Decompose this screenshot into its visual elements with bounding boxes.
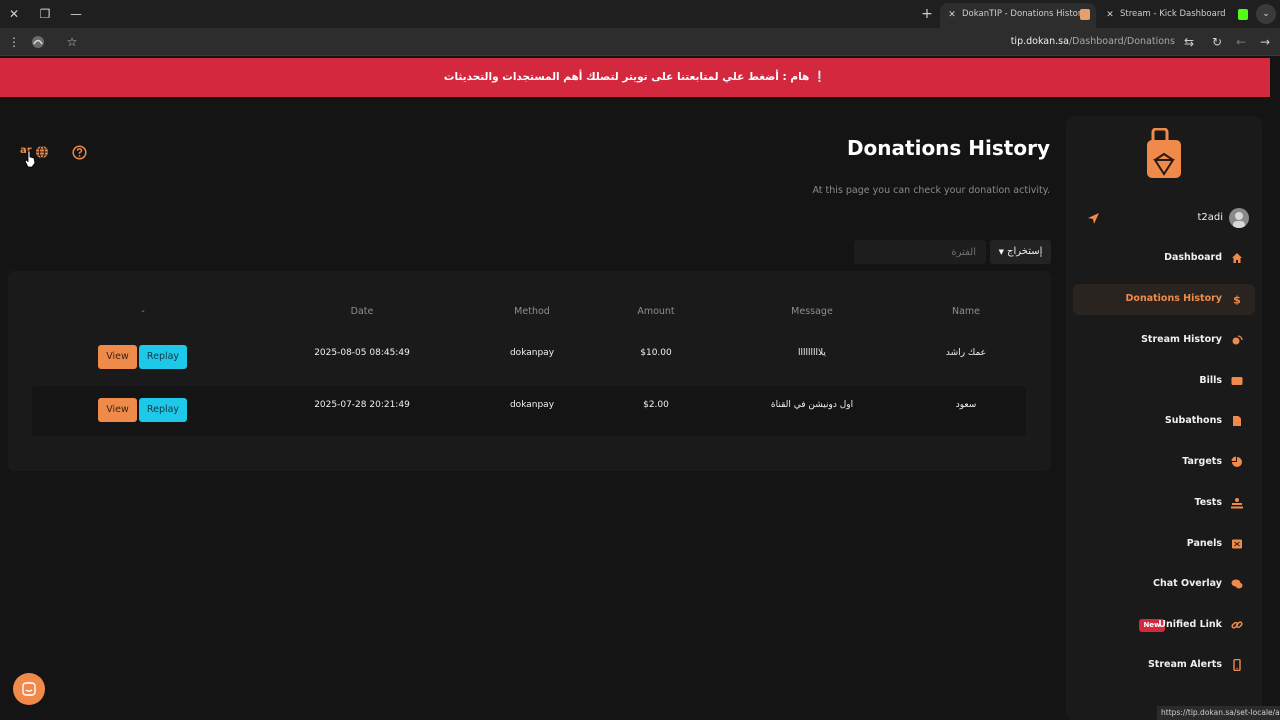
panel-icon	[1232, 539, 1242, 549]
menu-kebab-icon[interactable]: ⋮	[5, 33, 23, 51]
extension-icon[interactable]	[29, 33, 47, 51]
replay-button[interactable]: Replay	[139, 398, 187, 422]
sidebar-item-label: Bills	[1199, 375, 1222, 386]
bill-icon	[1231, 377, 1243, 385]
mouse-hand-cursor-icon	[24, 150, 36, 168]
help-question-icon[interactable]	[72, 145, 87, 160]
column-header-method: Method	[514, 306, 550, 317]
link-icon	[1231, 621, 1243, 629]
donation-message: يلااااااااا	[798, 348, 826, 358]
sidebar-item-tests[interactable]: Tests	[1073, 488, 1255, 519]
twitter-follow-banner[interactable]: ❕ هام : أضغط علي لمتابعتنا على تويتر لتص…	[0, 58, 1270, 97]
new-tab-icon[interactable]: +	[918, 4, 936, 24]
column-header-date: Date	[350, 306, 374, 317]
test-icon	[1231, 498, 1243, 509]
reload-icon[interactable]: ↻	[1208, 33, 1226, 51]
username: t2adi	[1197, 212, 1223, 223]
page-subtitle: At this page you can check your donation…	[812, 185, 1050, 196]
sidebar-item-label: Donations History	[1125, 293, 1222, 304]
home-icon	[1232, 253, 1242, 263]
tab-close-icon[interactable]: ✕	[1104, 9, 1116, 21]
close-window-icon[interactable]: ✕	[4, 4, 24, 24]
file-icon	[1233, 416, 1241, 426]
sidebar-item-label: Targets	[1182, 456, 1222, 467]
donation-message: اول دونيشن في القناة	[770, 400, 854, 410]
donor-name: عمك راشد	[945, 348, 987, 358]
svg-text:$: $	[1233, 294, 1241, 306]
sidebar-item-stream-alerts[interactable]: Stream Alerts	[1073, 650, 1255, 681]
donation-amount: $2.00	[643, 400, 669, 410]
view-button[interactable]: View	[98, 398, 137, 422]
sidebar-item-label: Unified Link	[1158, 619, 1222, 630]
back-arrow-icon[interactable]: ←	[1232, 33, 1250, 51]
sidebar-item-label: Stream Alerts	[1147, 659, 1222, 670]
chat-icon	[1231, 579, 1243, 589]
sidebar-item-stream-history[interactable]: Stream History	[1073, 325, 1255, 356]
pie-chart-icon	[1231, 456, 1242, 467]
export-dropdown-button[interactable]: ▼ إستخراج	[990, 240, 1051, 264]
period-filter-input[interactable]	[854, 240, 986, 264]
url-text[interactable]: tip.dokan.sa/Dashboard/Donations	[1000, 36, 1175, 47]
sidebar-item-targets[interactable]: Targets	[1073, 447, 1255, 478]
globe-icon[interactable]	[35, 145, 49, 159]
sidebar-item-label: Panels	[1186, 538, 1222, 549]
avatar[interactable]	[1229, 208, 1249, 228]
sidebar-item-label: Chat Overlay	[1153, 578, 1222, 589]
sidebar-item-label: Dashboard	[1164, 252, 1222, 263]
status-bar-url: https://tip.dokan.sa/set-locale/ar	[1157, 706, 1280, 720]
tab-donations-history[interactable]: ✕ DokanTIP - Donations History	[940, 3, 1096, 28]
donation-method: dokanpay	[509, 348, 555, 358]
column-header-amount: Amount	[637, 306, 675, 317]
export-label: إستخراج	[1007, 246, 1043, 257]
dollar-icon: $	[1233, 294, 1241, 306]
view-button[interactable]: View	[98, 345, 137, 369]
donation-date: 2025-08-05 08:45:49	[314, 348, 410, 358]
phone-icon	[1233, 659, 1241, 671]
site-settings-icon[interactable]: ⇆	[1180, 33, 1198, 51]
dokantip-favicon-icon	[1080, 9, 1090, 20]
sidebar-item-subathons[interactable]: Subathons	[1073, 406, 1255, 437]
sidebar-item-bills[interactable]: Bills	[1073, 366, 1255, 397]
page-title: Donations History	[846, 136, 1050, 160]
sidebar-item-label: Tests	[1194, 497, 1222, 508]
tab-close-icon[interactable]: ✕	[946, 9, 958, 21]
donation-date: 2025-07-28 20:21:49	[314, 400, 410, 410]
tab-kick-dashboard[interactable]: ✕ Stream - Kick Dashboard	[1098, 3, 1253, 28]
browser-titlebar: ✕ ❐ — + ✕ DokanTIP - Donations History ✕…	[0, 0, 1280, 28]
tab-title: Stream - Kick Dashboard	[1120, 9, 1226, 19]
dokantip-logo-icon	[1147, 128, 1181, 178]
support-chat-icon[interactable]	[13, 673, 45, 705]
kick-favicon-icon	[1238, 9, 1248, 20]
bookmark-star-icon[interactable]: ☆	[63, 33, 81, 51]
sidebar-item-label: Subathons	[1164, 415, 1222, 426]
donation-method: dokanpay	[509, 400, 555, 410]
banner-text: ❕ هام : أضغط علي لمتابعتنا على تويتر لتص…	[443, 71, 827, 83]
tab-search-icon[interactable]: ⌄	[1256, 4, 1276, 24]
forward-arrow-icon[interactable]: →	[1256, 33, 1274, 51]
restore-window-icon[interactable]: ❐	[35, 4, 55, 24]
satellite-icon	[1232, 335, 1243, 345]
replay-button[interactable]: Replay	[139, 345, 187, 369]
sidebar-item-panels[interactable]: Panels	[1073, 529, 1255, 560]
address-bar: ⋮ ☆ tip.dokan.sa/Dashboard/Donations ⇆ ↻…	[0, 28, 1280, 56]
sidebar-item-unified-link[interactable]: New Unified Link	[1073, 610, 1255, 641]
sidebar-item-dashboard[interactable]: Dashboard	[1073, 243, 1255, 274]
column-header-name: Name	[951, 306, 981, 317]
donation-amount: $10.00	[640, 348, 672, 358]
donor-name: سعود	[955, 400, 977, 410]
location-arrow-icon[interactable]	[1087, 212, 1100, 225]
caret-down-icon: ▼	[998, 248, 1004, 256]
sidebar-item-chat-overlay[interactable]: Chat Overlay	[1073, 569, 1255, 600]
tab-title: DokanTIP - Donations History	[962, 9, 1087, 19]
sidebar-item-label: Stream History	[1141, 334, 1222, 345]
minimize-window-icon[interactable]: —	[66, 4, 86, 24]
sidebar-item-donations-history[interactable]: Donations History $	[1073, 284, 1255, 315]
column-header-message: Message	[791, 306, 833, 317]
column-header-actions: -	[141, 306, 145, 317]
